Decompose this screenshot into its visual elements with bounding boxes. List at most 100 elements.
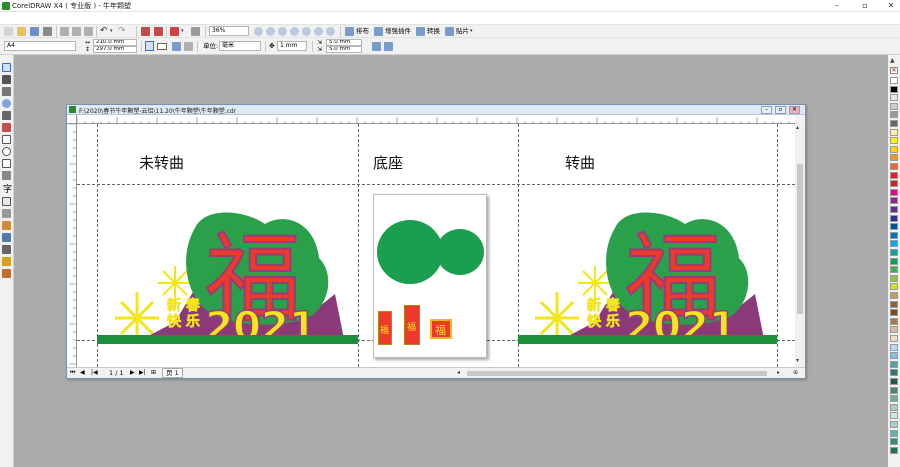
plugins-label[interactable]: 增强插件 [385,26,411,36]
zoom-page-icon[interactable] [302,27,311,36]
color-swatch[interactable] [890,171,898,179]
vertical-scrollbar[interactable]: ▴ ▾ [795,124,805,367]
ruler-origin[interactable] [67,115,77,124]
next-page-icon[interactable]: ▶ [130,369,135,376]
open-folder-icon[interactable] [17,27,26,36]
navigator-icon[interactable]: ⊕ [793,369,798,376]
color-swatch[interactable] [890,128,898,136]
ellipse-tool-icon[interactable] [2,147,11,156]
scroll-up-icon[interactable]: ▴ [796,124,799,131]
outline-tool-icon[interactable] [2,245,11,254]
paste-tile-icon[interactable] [445,27,454,36]
color-swatch[interactable] [890,352,898,360]
color-swatch[interactable] [890,188,898,196]
print-icon[interactable] [43,27,52,36]
zoom-level-combo[interactable]: 36% [209,26,249,36]
color-swatch[interactable] [890,343,898,351]
color-swatch[interactable] [890,249,898,256]
color-swatch[interactable] [890,283,898,291]
color-swatch[interactable] [890,403,898,411]
color-swatch[interactable] [890,317,898,325]
pick-tool-icon[interactable] [2,63,11,72]
color-swatch[interactable] [890,386,898,394]
color-swatch[interactable] [890,120,898,127]
color-swatch[interactable] [890,326,898,334]
page-width-field[interactable]: 210.0 mm [93,39,137,46]
new-document-icon[interactable] [4,27,13,36]
save-icon[interactable] [30,27,39,36]
zoom-height-icon[interactable] [326,27,335,36]
zoom-width-icon[interactable] [314,27,323,36]
scroll-down-icon[interactable]: ▾ [796,357,799,364]
scroll-right-icon[interactable]: ▸ [777,369,780,376]
zoom-tool-icon[interactable] [2,99,11,108]
duplicate-x-field[interactable]: 5.0 mm [326,39,362,46]
fill-tool-icon[interactable] [2,257,11,266]
copy-icon[interactable] [72,27,81,36]
undo-icon[interactable]: ↶ [100,26,108,36]
color-swatch[interactable] [890,206,898,213]
drawing-canvas[interactable]: 未转曲 底座 转曲 福 新 春 快 乐 2021 福 福 福 福 新 春 快 乐… [77,124,795,367]
page-size-select[interactable]: A4 [4,41,76,51]
doc-minimize-icon[interactable]: – [761,106,772,114]
doc-close-icon[interactable]: ✕ [789,106,800,114]
color-swatch[interactable] [890,231,898,239]
paste-tile-dropdown-icon[interactable]: ▾ [470,28,473,34]
zoom-selected-icon[interactable] [278,27,287,36]
zoom-all-objects-icon[interactable] [290,27,299,36]
text-tool-icon[interactable]: 字 [3,182,12,195]
undo-dropdown-icon[interactable]: ▾ [110,28,113,34]
horizontal-ruler[interactable] [76,115,795,124]
units-select[interactable]: 毫米 [219,41,261,51]
color-swatch[interactable] [890,197,898,205]
color-swatch[interactable] [890,300,898,308]
color-swatch[interactable] [890,85,898,93]
color-swatch[interactable] [890,240,898,248]
color-swatch[interactable] [890,412,898,420]
vertical-ruler[interactable] [67,123,77,367]
color-swatch[interactable] [890,102,898,110]
color-swatch[interactable] [890,223,898,231]
color-swatch[interactable] [890,163,898,170]
crop-tool-icon[interactable] [2,87,11,96]
add-page-icon[interactable]: ⊞ [151,369,156,376]
color-swatch[interactable] [890,257,898,265]
dimension-tool-icon[interactable] [2,209,11,218]
color-swatch[interactable] [890,111,898,119]
color-swatch[interactable] [890,421,898,428]
convert-label[interactable]: 转换 [427,26,440,36]
minimize-icon[interactable]: – [828,0,846,12]
portrait-button[interactable] [145,41,154,51]
export-icon[interactable] [154,27,163,36]
vertical-scroll-thumb[interactable] [797,164,803,314]
nudge-distance-field[interactable]: 1 mm [277,41,307,51]
color-swatch[interactable] [890,94,898,102]
color-swatch[interactable] [890,446,898,454]
current-page-icon[interactable] [184,42,193,51]
freehand-tool-icon[interactable] [2,111,11,120]
maximize-icon[interactable]: ▫ [856,0,874,12]
color-swatch[interactable] [890,360,898,368]
close-icon[interactable]: ✕ [882,0,900,12]
color-swatch[interactable] [890,378,898,385]
color-swatch[interactable] [890,77,898,84]
eyedropper-tool-icon[interactable] [2,233,11,242]
color-swatch[interactable] [890,154,898,162]
duplicate-y-field[interactable]: 5.0 mm [326,46,362,53]
color-swatch[interactable] [890,395,898,403]
color-swatch[interactable] [890,438,898,446]
welcome-screen-icon[interactable] [191,27,200,36]
color-swatch[interactable] [890,145,898,153]
color-swatch[interactable] [890,180,898,188]
zoom-out-icon[interactable] [266,27,275,36]
plugins-icon[interactable] [374,27,383,36]
zoom-in-icon[interactable] [254,27,263,36]
horizontal-scroll-thumb[interactable] [467,371,767,376]
interactive-blend-tool-icon[interactable] [2,221,11,230]
interactive-fill-tool-icon[interactable] [2,269,11,278]
launcher-dropdown-icon[interactable]: ▾ [181,28,184,34]
fu-artwork-not-converted[interactable]: 福 新 春 快 乐 2021 [115,202,363,344]
cut-icon[interactable] [60,27,69,36]
palette-scroll-up-icon[interactable]: ▲ [890,57,895,64]
sort-icon[interactable] [345,27,354,36]
